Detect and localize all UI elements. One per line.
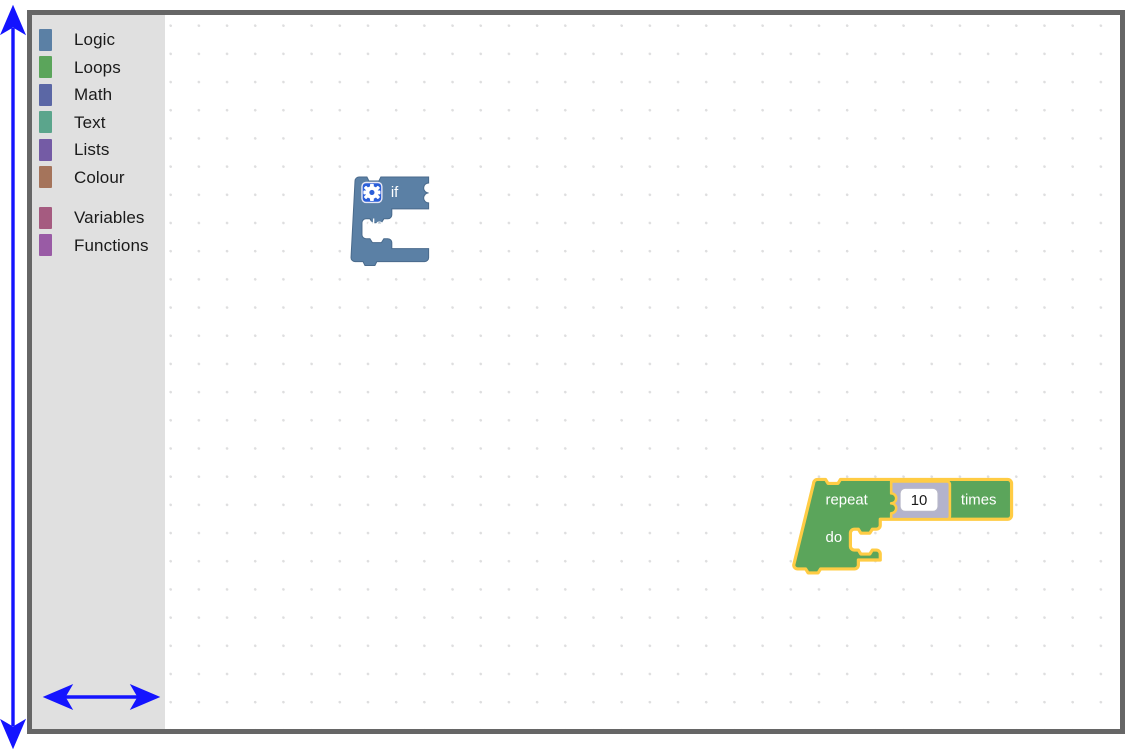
toolbox-category-label: Logic: [74, 30, 116, 50]
category-color-swatch: [39, 138, 52, 161]
toolbox-category-loops[interactable]: Loops: [32, 54, 165, 82]
category-color-swatch: [39, 166, 52, 189]
toolbox-category-label: Lists: [74, 140, 110, 160]
toolbox-category-logic[interactable]: Logic: [32, 26, 165, 54]
category-color-swatch: [39, 28, 52, 51]
blockly-workspace-canvas[interactable]: if do repeat 10 times do: [165, 15, 1120, 729]
toolbox-category-functions[interactable]: Functions: [32, 232, 165, 260]
category-color-swatch: [39, 234, 52, 257]
blockly-toolbox[interactable]: Logic Loops Math Text Lists Colour Varia…: [32, 15, 165, 729]
if-block-label: if: [391, 184, 399, 201]
blockly-app-frame: Logic Loops Math Text Lists Colour Varia…: [27, 10, 1125, 734]
toolbox-category-label: Math: [74, 85, 113, 105]
toolbox-category-label: Text: [74, 112, 106, 132]
toolbox-category-lists[interactable]: Lists: [32, 136, 165, 164]
screenshot-root: Logic Loops Math Text Lists Colour Varia…: [0, 0, 1140, 754]
toolbox-separator: [32, 191, 165, 204]
blocks-layer: if do repeat 10 times do: [350, 176, 1014, 575]
toolbox-category-label: Variables: [74, 208, 145, 228]
category-color-swatch: [39, 111, 52, 134]
number-field-value[interactable]: 10: [911, 492, 928, 509]
category-color-swatch: [39, 206, 52, 229]
toolbox-category-text[interactable]: Text: [32, 109, 165, 137]
toolbox-category-label: Loops: [74, 57, 121, 77]
category-color-swatch: [39, 83, 52, 106]
toolbox-category-math[interactable]: Math: [32, 81, 165, 109]
category-color-swatch: [39, 56, 52, 79]
repeat-block-times-label: times: [961, 491, 997, 508]
block-math-number[interactable]: 10: [889, 480, 952, 521]
gear-icon[interactable]: [361, 181, 383, 204]
toolbox-category-variables[interactable]: Variables: [32, 204, 165, 232]
vertical-resize-arrow: [0, 4, 27, 750]
block-controls-repeat[interactable]: repeat 10 times do: [792, 477, 1014, 575]
toolbox-category-label: Colour: [74, 167, 125, 187]
block-controls-if[interactable]: if do: [350, 176, 430, 267]
if-block-do-label: do: [367, 217, 384, 234]
toolbox-category-label: Functions: [74, 235, 149, 255]
repeat-block-do-label: do: [826, 529, 843, 546]
toolbox-category-colour[interactable]: Colour: [32, 164, 165, 192]
repeat-block-label: repeat: [826, 491, 869, 508]
